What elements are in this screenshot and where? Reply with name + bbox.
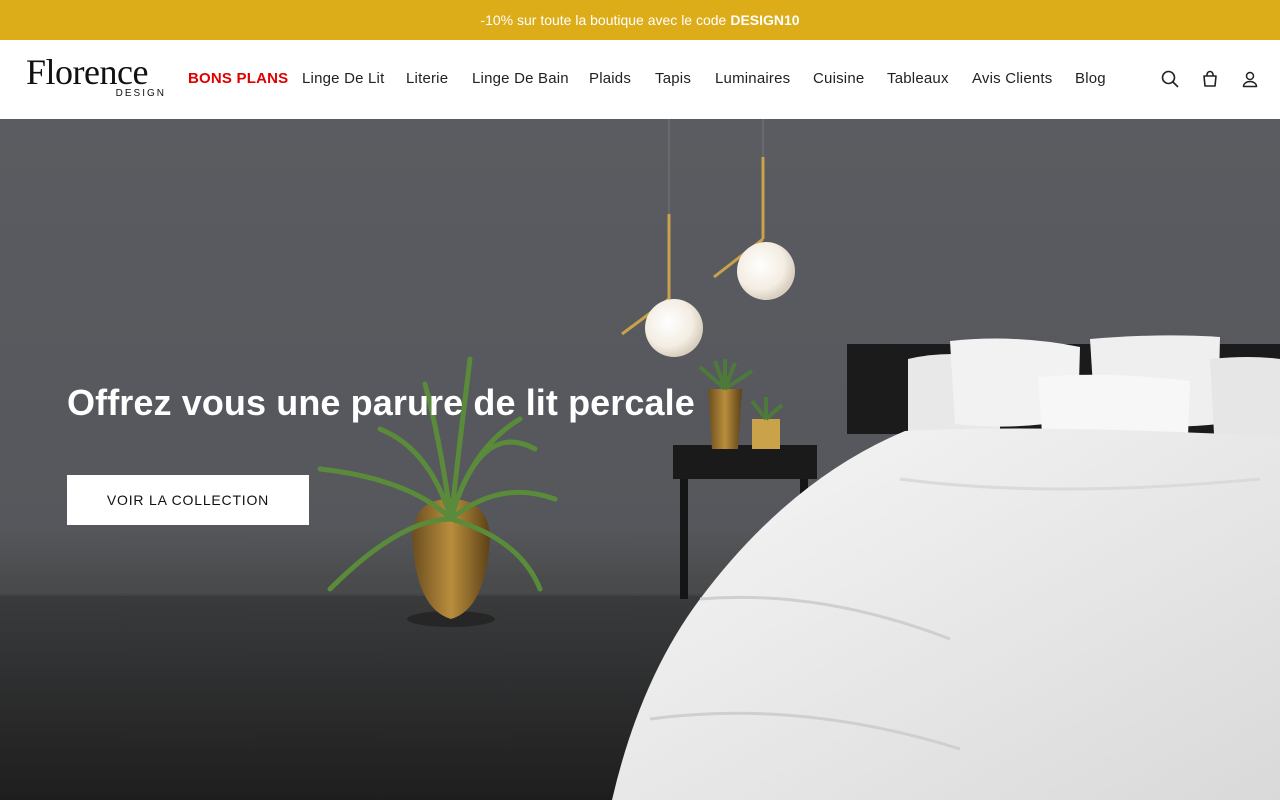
promo-code: DESIGN10: [730, 12, 800, 28]
main-nav: BONS PLANS Linge De Lit Literie Linge De…: [0, 40, 1140, 119]
hero-image: [0, 119, 1280, 800]
hero-title: Offrez vous une parure de lit percale: [67, 382, 695, 423]
nav-item-literie[interactable]: Literie: [406, 70, 448, 87]
promo-text: -10% sur toute la boutique avec le code: [480, 12, 727, 28]
site-header: Florence DESIGN BONS PLANS Linge De Lit …: [0, 40, 1280, 119]
nav-item-bons-plans[interactable]: BONS PLANS: [188, 70, 288, 87]
see-collection-button[interactable]: VOIR LA COLLECTION: [67, 475, 309, 525]
nav-item-cuisine[interactable]: Cuisine: [813, 70, 864, 87]
header-icons: [1140, 69, 1260, 89]
promo-bar: -10% sur toute la boutique avec le code …: [0, 0, 1280, 40]
nav-item-tableaux[interactable]: Tableaux: [887, 70, 949, 87]
nav-item-linge-de-bain[interactable]: Linge De Bain: [472, 70, 569, 87]
cart-icon[interactable]: [1200, 69, 1220, 89]
nav-item-avis-clients[interactable]: Avis Clients: [972, 70, 1052, 87]
nav-item-linge-de-lit[interactable]: Linge De Lit: [302, 70, 384, 87]
nav-item-tapis[interactable]: Tapis: [655, 70, 691, 87]
nav-item-plaids[interactable]: Plaids: [589, 70, 631, 87]
nav-item-luminaires[interactable]: Luminaires: [715, 70, 790, 87]
nav-item-blog[interactable]: Blog: [1075, 70, 1106, 87]
account-icon[interactable]: [1240, 69, 1260, 89]
hero-banner: Offrez vous une parure de lit percale VO…: [0, 119, 1280, 800]
search-icon[interactable]: [1160, 69, 1180, 89]
